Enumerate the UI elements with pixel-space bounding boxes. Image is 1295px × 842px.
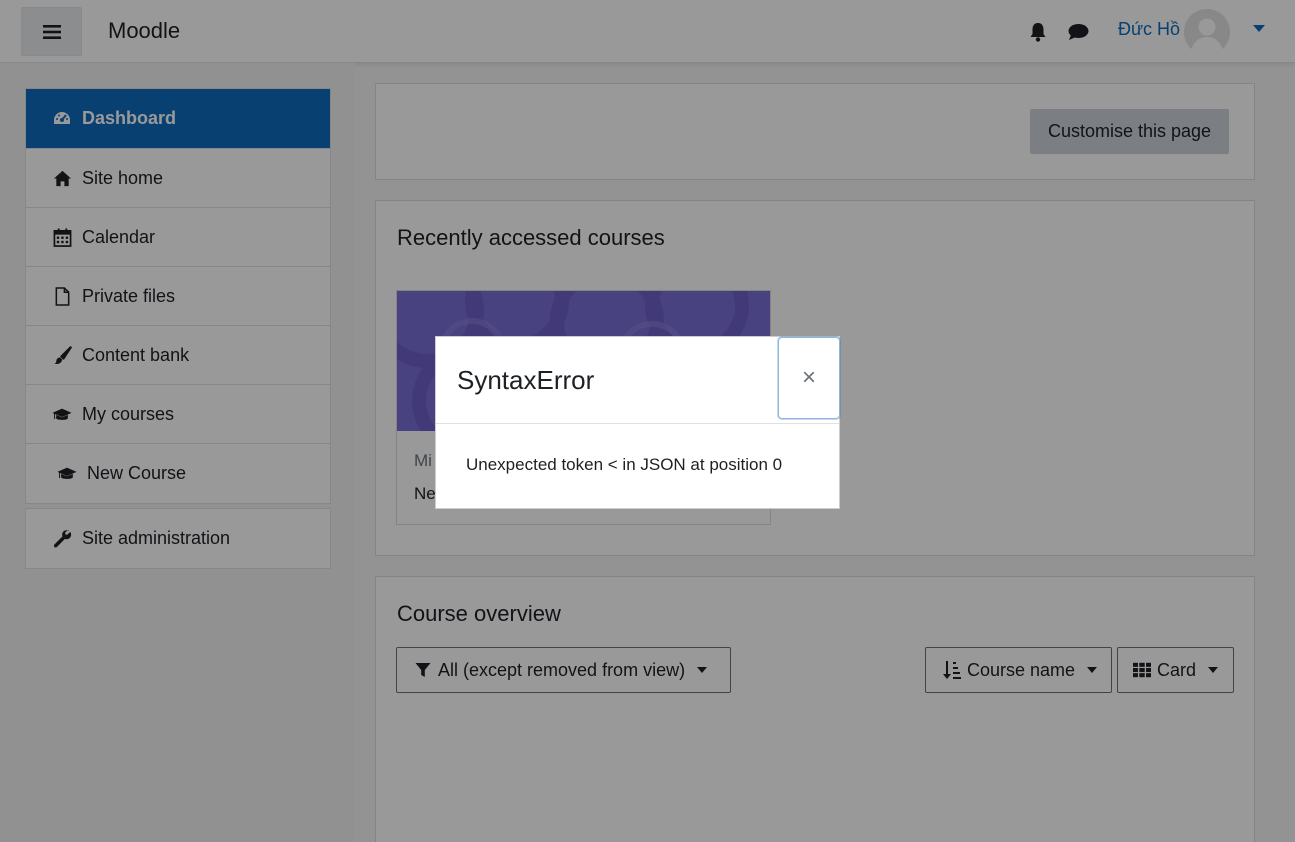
close-icon: × — [801, 364, 816, 391]
modal-title: SyntaxError — [457, 365, 595, 395]
modal-close-button[interactable]: × — [778, 337, 840, 419]
modal-header: SyntaxError × — [436, 337, 840, 424]
error-modal: SyntaxError × Unexpected token < in JSON… — [435, 336, 840, 509]
modal-body-message: Unexpected token < in JSON at position 0 — [466, 455, 783, 474]
